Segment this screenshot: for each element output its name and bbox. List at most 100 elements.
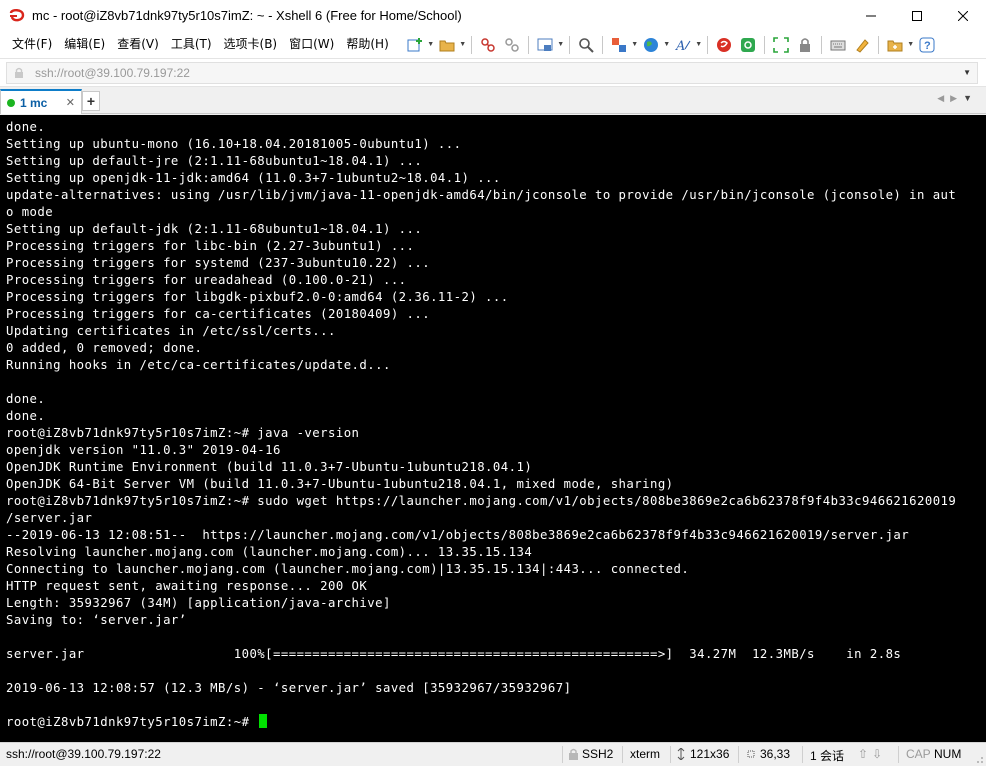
menu-file[interactable]: 文件(F) <box>6 31 58 58</box>
tab-navigation: ◀▶▼ <box>937 93 978 104</box>
close-button[interactable] <box>940 0 986 31</box>
connect-icon <box>481 37 495 52</box>
font-dropdown[interactable]: ▼ <box>695 34 703 56</box>
layout-dropdown[interactable]: ▼ <box>631 34 639 56</box>
terminal-line: Length: 35932967 (34M) [application/java… <box>6 596 391 610</box>
font-button[interactable]: A <box>671 34 695 56</box>
status-scroll-arrows: ⇧ ⇩ <box>858 747 886 761</box>
terminal-line: Processing triggers for ureadahead (0.10… <box>6 273 407 287</box>
terminal-line: Setting up default-jdk (2:1.11-68ubuntu1… <box>6 222 423 236</box>
terminal-line: Setting up default-jre (2:1.11-68ubuntu1… <box>6 154 423 168</box>
resize-grip-icon[interactable] <box>974 754 984 764</box>
terminal-line: Connecting to launcher.mojang.com (launc… <box>6 562 690 576</box>
terminal-line: root@iZ8vb71dnk97ty5r10s7imZ:~# sudo wge… <box>6 494 957 508</box>
menu-edit[interactable]: 编辑(E) <box>58 31 111 58</box>
minimize-button[interactable] <box>848 0 894 31</box>
title-bar[interactable]: mc - root@iZ8vb71dnk97ty5r10s7imZ: ~ - X… <box>0 0 986 31</box>
disconnect-icon <box>505 37 519 52</box>
keyboard-icon <box>830 40 846 50</box>
new-session-button[interactable] <box>403 34 427 56</box>
reconnect-icon <box>537 38 553 51</box>
font-icon: A <box>675 39 691 53</box>
close-icon <box>958 10 968 21</box>
terminal-line: Saving to: ‘server.jar’ <box>6 613 187 627</box>
menu-window[interactable]: 窗口(W) <box>283 31 340 58</box>
address-dropdown-icon[interactable]: ▼ <box>963 68 971 77</box>
tab-next-icon[interactable]: ▶ <box>950 93 963 103</box>
cursor-position-icon <box>747 750 755 758</box>
scroll-up-icon[interactable]: ⇧ <box>858 747 872 761</box>
maximize-button[interactable] <box>894 0 940 31</box>
terminal-line: root@iZ8vb71dnk97ty5r10s7imZ:~# <box>6 714 986 731</box>
terminal-line: HTTP request sent, awaiting response... … <box>6 579 368 593</box>
terminal-cursor <box>259 714 268 728</box>
fullscreen-button[interactable] <box>769 34 793 56</box>
menu-help[interactable]: 帮助(H) <box>340 31 394 58</box>
connected-status-icon <box>7 98 15 107</box>
tab-close-icon[interactable]: ✕ <box>66 96 75 109</box>
terminal-line: done. <box>6 392 46 406</box>
layout-button[interactable] <box>607 34 631 56</box>
tab-session-1[interactable]: 1 mc ✕ <box>0 89 82 114</box>
globe-dropdown[interactable]: ▼ <box>663 34 671 56</box>
status-position-text: 36,33 <box>760 747 791 761</box>
xftp-icon <box>716 37 731 52</box>
terminal-line: server.jar 100%[========================… <box>6 647 902 661</box>
status-connection: ssh://root@39.100.79.197:22 <box>6 747 161 761</box>
connect-button[interactable] <box>476 34 500 56</box>
resize-icon <box>677 748 685 760</box>
xmanager-icon <box>740 37 755 52</box>
open-folder-dropdown[interactable]: ▼ <box>459 34 467 56</box>
find-button[interactable] <box>574 34 598 56</box>
menu-tab[interactable]: 选项卡(B) <box>218 31 284 58</box>
tab-list-icon[interactable]: ▼ <box>963 93 978 103</box>
new-session-dropdown[interactable]: ▼ <box>427 34 435 56</box>
terminal-output[interactable]: done. Setting up ubuntu-mono (16.10+18.04… <box>0 115 986 742</box>
svg-text:?: ? <box>924 40 931 52</box>
terminal-line: Processing triggers for ca-certificates … <box>6 307 431 321</box>
status-terminal-type: xterm <box>630 747 660 761</box>
disconnect-button[interactable] <box>500 34 524 56</box>
new-tab-button[interactable]: + <box>82 91 100 111</box>
folder-icon <box>439 40 455 51</box>
add-dropdown[interactable]: ▼ <box>907 34 915 56</box>
help-icon: ? <box>919 37 935 52</box>
terminal-line: Processing triggers for systemd (237-3ub… <box>6 256 431 270</box>
xmanager-button[interactable] <box>736 34 760 56</box>
xftp-button[interactable] <box>712 34 736 56</box>
maximize-icon <box>912 10 922 21</box>
reconnect-dropdown[interactable]: ▼ <box>557 34 565 56</box>
address-bar: ssh://root@39.100.79.197:22 ▼ <box>0 58 986 87</box>
terminal-line: root@iZ8vb71dnk97ty5r10s7imZ:~# java -ve… <box>6 426 360 440</box>
highlight-button[interactable] <box>850 34 874 56</box>
globe-button[interactable] <box>639 34 663 56</box>
xshell-logo-icon <box>9 8 25 21</box>
menu-view[interactable]: 查看(V) <box>111 31 165 58</box>
toolbar: ▼ ▼ ▼ ▼ ▼ A ▼ ▼ ? <box>403 34 939 56</box>
status-protocol: SSH2 <box>568 747 613 761</box>
scroll-down-icon[interactable]: ⇩ <box>872 747 886 761</box>
lock-button[interactable] <box>793 34 817 56</box>
help-button[interactable]: ? <box>915 34 939 56</box>
globe-icon <box>643 37 658 52</box>
add-folder-icon <box>887 40 903 51</box>
address-field[interactable]: ssh://root@39.100.79.197:22 ▼ <box>6 62 978 84</box>
xshell-window: mc - root@iZ8vb71dnk97ty5r10s7imZ: ~ - X… <box>0 0 986 766</box>
terminal-line: --2019-06-13 12:08:51-- https://launcher… <box>6 528 910 542</box>
terminal-line: o mode <box>6 205 54 219</box>
status-size-text: 121x36 <box>690 747 730 761</box>
pen-icon <box>856 38 869 53</box>
terminal-line: /server.jar <box>6 511 93 525</box>
terminal-line: Updating certificates in /etc/ssl/certs.… <box>6 324 336 338</box>
menu-tools[interactable]: 工具(T) <box>165 31 218 58</box>
add-button[interactable] <box>883 34 907 56</box>
tab-prev-icon[interactable]: ◀ <box>937 93 950 103</box>
reconnect-button[interactable] <box>533 34 557 56</box>
terminal-line: Processing triggers for libc-bin (2.27-3… <box>6 239 415 253</box>
keyboard-button[interactable] <box>826 34 850 56</box>
open-folder-button[interactable] <box>435 34 459 56</box>
